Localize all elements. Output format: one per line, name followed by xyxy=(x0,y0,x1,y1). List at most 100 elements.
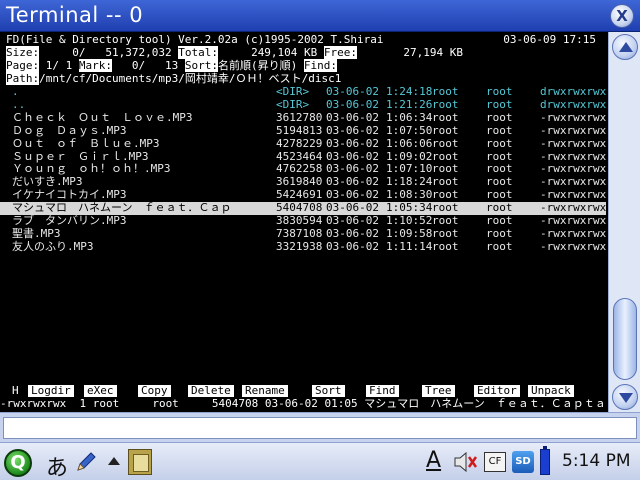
compactflash-icon[interactable]: CF xyxy=(484,452,506,472)
size-value: 0/ 51,372,032 xyxy=(39,46,179,59)
file-time: 1:09:58 xyxy=(386,226,433,240)
path-label: Path: xyxy=(6,72,40,85)
path-value: /mnt/cf/Documents/mp3/岡村靖幸/ＯＨ！ベスト/disc1 xyxy=(39,72,342,85)
file-date: 03-06-02 xyxy=(326,239,379,253)
file-perm: -rwxrwxrwx xyxy=(540,136,607,150)
file-time: 1:11:14 xyxy=(386,239,433,253)
total-label: Total: xyxy=(178,46,218,59)
file-group: root xyxy=(486,239,513,253)
terminal-screen[interactable]: FD(File & Directory tool) Ver.2.02a (c)1… xyxy=(0,32,608,412)
file-name: .. xyxy=(12,97,26,111)
file-date: 03-06-02 xyxy=(326,123,379,137)
file-row[interactable]: 聖書.MP3 7387108 03-06-02 1:09:58 root root -rwx… xyxy=(0,226,606,241)
file-time: 1:21:26 xyxy=(386,97,433,111)
fd-header-date: 03-06-09 17:15 xyxy=(503,33,596,46)
fkey-tree[interactable]: Tree xyxy=(422,385,455,397)
terminal-icon[interactable] xyxy=(128,449,152,475)
free-value: 27,194 KB xyxy=(357,46,464,59)
file-size: <DIR> xyxy=(276,97,310,111)
sort-value: 名前順(昇り順) xyxy=(217,59,304,72)
file-date: 03-06-02 xyxy=(326,214,379,227)
file-user: root xyxy=(432,85,459,98)
fkey-logdir[interactable]: Logdir xyxy=(28,385,74,397)
file-perm: -rwxrwxrwx xyxy=(540,214,607,227)
file-row[interactable]: 友人のふり.MP3 3321938 03-06-02 1:11:14 root root -… xyxy=(0,239,607,254)
file-perm: -rwxrwxrwx xyxy=(540,123,607,137)
file-time: 1:06:06 xyxy=(386,136,433,150)
file-perm: drwxrwxrwx xyxy=(540,85,607,98)
scroll-down-icon[interactable] xyxy=(612,384,638,410)
file-row[interactable]: Ｄｏｇ Ｄａｙｓ.MP3 5194813 03-06-02 1:07:50 root ro… xyxy=(0,123,607,138)
file-name: 聖書.MP3 xyxy=(12,226,61,240)
close-icon[interactable]: X xyxy=(610,4,634,28)
file-date: 03-06-02 xyxy=(326,226,379,240)
file-group: root xyxy=(486,110,513,124)
file-user: root xyxy=(432,136,459,150)
file-perm: drwxrwxrwx xyxy=(540,97,607,111)
start-menu-logo[interactable]: Q xyxy=(4,449,32,477)
page-label: Page: xyxy=(6,59,40,72)
file-group: root xyxy=(486,226,513,240)
mark-value: 0/ 13 xyxy=(112,59,185,72)
fkey-unpack[interactable]: Unpack xyxy=(528,385,574,397)
file-name: Ｃｈｅｃｋ Ｏｕｔ Ｌｏｖｅ.MP3 xyxy=(12,110,193,124)
file-size: 3612780 xyxy=(276,110,323,124)
file-row[interactable]: .. <DIR> 03-06-02 1:21:26 root root drwxrwxrwx xyxy=(0,97,607,112)
file-user: root xyxy=(432,123,459,137)
file-user: root xyxy=(432,97,459,111)
file-info-line: -rwxrwxrwx 1 root root 5404708 03-06-02 … xyxy=(0,397,606,410)
file-time: 1:06:34 xyxy=(386,110,433,124)
file-date: 03-06-02 xyxy=(326,85,379,98)
volume-muted-icon[interactable] xyxy=(452,449,478,475)
file-size: 5194813 xyxy=(276,123,323,137)
vertical-scrollbar[interactable] xyxy=(608,32,640,412)
terminal-input-field[interactable] xyxy=(3,417,637,439)
file-group: root xyxy=(486,214,513,227)
size-label: Size: xyxy=(6,46,40,59)
file-date: 03-06-02 xyxy=(326,136,379,150)
file-size: 3830594 xyxy=(276,214,323,227)
fkey-copy[interactable]: Copy xyxy=(138,385,171,397)
file-name: Ｄｏｇ Ｄａｙｓ.MP3 xyxy=(12,123,127,137)
fkey-prefix: H xyxy=(12,384,19,397)
file-group: root xyxy=(486,97,513,111)
mark-label: Mark: xyxy=(78,59,112,72)
taskbar-clock[interactable]: 5:14 PM xyxy=(562,451,631,471)
ime-indicator[interactable]: あ xyxy=(46,450,68,480)
file-date: 03-06-02 xyxy=(326,97,379,111)
sort-label: Sort: xyxy=(184,59,218,72)
file-perm: -rwxrwxrwx xyxy=(540,110,607,124)
file-user: root xyxy=(432,226,459,240)
input-strip xyxy=(0,412,640,442)
file-name: . xyxy=(12,85,19,98)
file-row[interactable]: Ｃｈｅｃｋ Ｏｕｔ Ｌｏｖｅ.MP3 3612780 03-06-02 1:06:34… xyxy=(0,110,607,125)
taskbar-expand-icon[interactable] xyxy=(108,457,120,465)
fkey-rename[interactable]: Rename xyxy=(242,385,288,397)
file-user: root xyxy=(432,214,459,227)
file-size: <DIR> xyxy=(276,85,310,98)
file-user: root xyxy=(432,239,459,253)
file-size: 7387108 xyxy=(276,226,323,240)
fkey-delete[interactable]: Delete xyxy=(188,385,234,397)
find-label: Find: xyxy=(303,59,337,72)
file-perm: -rwxrwxrwx xyxy=(540,239,607,253)
file-row[interactable]: Ｏｕｔ ｏｆ Ｂｌｕｅ.MP3 4278229 03-06-02 1:06:06 roo… xyxy=(0,136,607,151)
scroll-up-icon[interactable] xyxy=(612,34,638,60)
fkey-exec[interactable]: eXec xyxy=(84,385,117,397)
keyboard-input-icon[interactable]: A xyxy=(426,448,441,473)
sd-card-icon[interactable]: SD xyxy=(512,451,534,473)
file-name: Ｏｕｔ ｏｆ Ｂｌｕｅ.MP3 xyxy=(12,136,160,150)
fkey-sort[interactable]: Sort xyxy=(312,385,345,397)
file-name: ラブ タンバリン.MP3 xyxy=(12,214,127,227)
scrollbar-thumb[interactable] xyxy=(613,298,637,380)
file-time: 1:10:52 xyxy=(386,214,433,227)
pencil-icon[interactable] xyxy=(75,451,97,473)
fkey-find[interactable]: Find xyxy=(366,385,399,397)
file-size: 4278229 xyxy=(276,136,323,150)
file-time: 1:24:18 xyxy=(386,85,433,98)
file-group: root xyxy=(486,136,513,150)
fkey-editor[interactable]: Editor xyxy=(474,385,520,397)
battery-icon[interactable] xyxy=(540,446,550,475)
file-group: root xyxy=(486,123,513,137)
file-time: 1:07:50 xyxy=(386,123,433,137)
